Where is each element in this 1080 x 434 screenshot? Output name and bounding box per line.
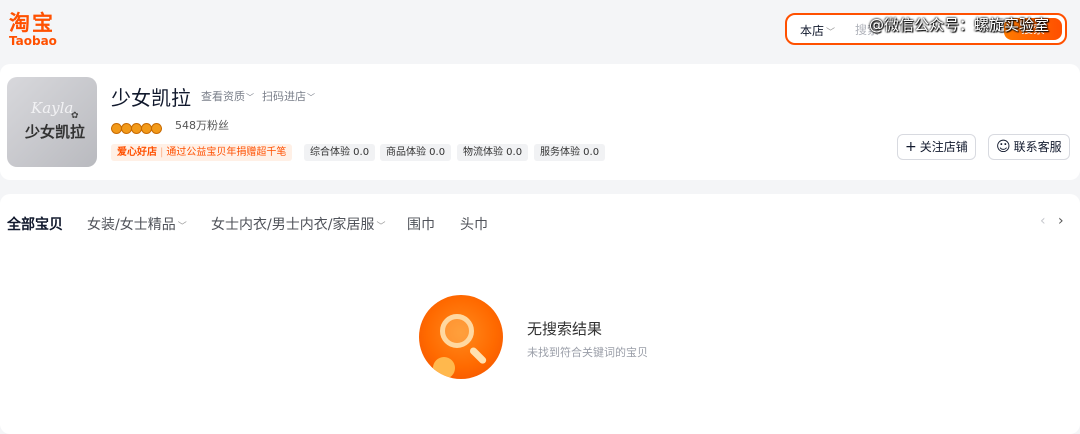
fans-count: 548万粉丝 <box>175 119 229 132</box>
shop-logo-script: Kayla <box>31 99 74 117</box>
watermark-text: @微信公众号：螺旋实验室 <box>869 16 1050 34</box>
empty-state-subtitle: 未找到符合关键词的宝贝 <box>527 346 648 359</box>
shop-name: 少女凯拉 <box>111 86 191 110</box>
empty-state-title: 无搜索结果 <box>527 320 603 338</box>
coin-icon <box>433 357 455 379</box>
product-list-card: 全部宝贝 女装/女士精品 ﹀ 女士内衣/男士内衣/家居服 ﹀ 围巾 头巾 ‹ › 无… <box>0 194 1080 434</box>
search-scope-select[interactable]: 本店 ﹀ <box>800 22 835 39</box>
chevron-down-icon: ﹀ <box>177 222 187 232</box>
charity-text: 通过公益宝贝年捐赠超千笔 <box>166 147 287 158</box>
chevron-down-icon: ﹀ <box>826 28 836 38</box>
search-scope-label: 本店 <box>800 24 825 38</box>
chevron-down-icon: ﹀ <box>376 222 386 232</box>
crown-icon <box>151 123 162 134</box>
category-tab-all[interactable]: 全部宝贝 <box>7 214 63 234</box>
contact-service-button[interactable]: ☺ 联系客服 <box>988 134 1070 160</box>
category-tab-label: 女装/女士精品 <box>87 217 176 233</box>
logo-cn-text: 淘宝 <box>9 11 55 35</box>
scan-enter-link[interactable]: 扫码进店﹀ <box>262 88 315 104</box>
view-profile-label: 查看资质 <box>201 90 245 103</box>
follow-shop-button[interactable]: + 关注店铺 <box>897 134 976 160</box>
score-logistics: 物流体验 0.0 <box>457 144 529 161</box>
score-overall: 综合体验 0.0 <box>304 144 376 161</box>
shop-logo-mark: ✿ <box>71 111 79 121</box>
contact-service-label: 联系客服 <box>1013 140 1062 154</box>
shop-logo-text: 少女凯拉 <box>25 123 86 141</box>
category-tab-women-apparel[interactable]: 女装/女士精品 ﹀ <box>87 214 187 234</box>
service-smile-icon: ☺ <box>996 139 1011 155</box>
taobao-logo[interactable]: 淘宝 Taobao <box>9 12 69 48</box>
category-tab-underwear[interactable]: 女士内衣/男士内衣/家居服 ﹀ <box>211 214 385 234</box>
chevron-left-icon[interactable]: ‹ <box>1040 213 1046 229</box>
chevron-down-icon: ﹀ <box>307 93 315 102</box>
logo-en-text: Taobao <box>9 34 57 48</box>
charity-badge-label: 爱心好店 <box>117 147 157 158</box>
category-tab-label: 女士内衣/男士内衣/家居服 <box>211 217 375 233</box>
follow-shop-label: 关注店铺 <box>919 140 968 154</box>
score-product: 商品体验 0.0 <box>380 144 452 161</box>
chevron-down-icon: ﹀ <box>246 93 254 102</box>
empty-search-illustration <box>419 295 503 379</box>
shop-logo[interactable]: Kayla ✿ 少女凯拉 <box>7 77 97 167</box>
view-profile-link[interactable]: 查看资质﹀ <box>201 88 254 104</box>
category-tab-headscarf[interactable]: 头巾 <box>460 214 488 234</box>
category-tab-scarf[interactable]: 围巾 <box>407 214 435 234</box>
magnifier-handle <box>468 346 488 366</box>
shop-header-card: Kayla ✿ 少女凯拉 少女凯拉 查看资质﹀ 扫码进店﹀ 548万粉丝 爱心好… <box>0 64 1080 180</box>
plus-icon: + <box>905 139 917 155</box>
scan-enter-label: 扫码进店 <box>262 90 306 103</box>
chevron-right-icon[interactable]: › <box>1058 213 1064 229</box>
shop-rating-icons <box>111 119 162 134</box>
charity-badge[interactable]: 爱心好店 | 通过公益宝贝年捐赠超千笔 <box>111 144 293 161</box>
magnifier-icon <box>440 314 474 348</box>
score-service: 服务体验 0.0 <box>534 144 606 161</box>
divider: | <box>160 147 164 158</box>
